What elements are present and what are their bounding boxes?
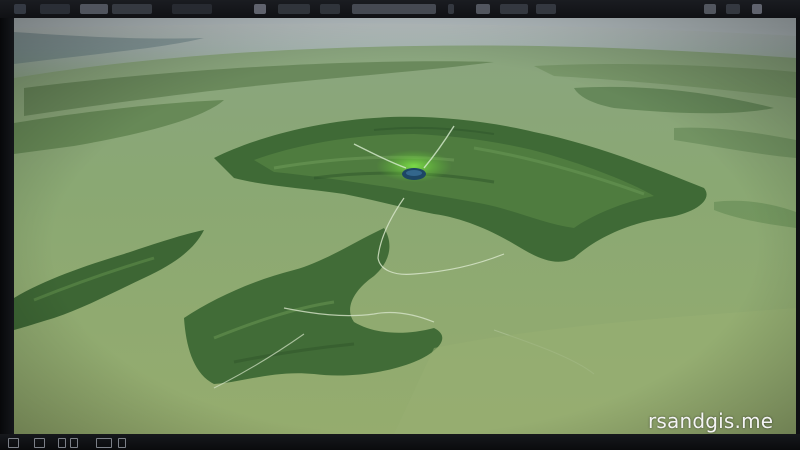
menu-item[interactable] bbox=[80, 4, 108, 14]
grid-icon[interactable] bbox=[8, 438, 19, 448]
top-menu-bar bbox=[0, 0, 800, 18]
menu-item[interactable] bbox=[172, 4, 212, 14]
watermark-text: rsandgis.me bbox=[648, 409, 774, 433]
toolbar-icon[interactable] bbox=[448, 4, 454, 14]
map-viewport[interactable] bbox=[14, 18, 796, 434]
menu-item[interactable] bbox=[112, 4, 152, 14]
right-bezel bbox=[796, 18, 800, 434]
menu-item[interactable] bbox=[536, 4, 556, 14]
zoom-out-icon[interactable] bbox=[70, 438, 78, 448]
tray-icon[interactable] bbox=[726, 4, 740, 14]
ruler-icon[interactable] bbox=[96, 438, 112, 448]
menu-item[interactable] bbox=[40, 4, 70, 14]
left-bezel bbox=[0, 18, 14, 434]
bottom-status-bar bbox=[0, 434, 800, 450]
screen: rsandgis.me bbox=[0, 0, 800, 450]
menu-item[interactable] bbox=[278, 4, 310, 14]
aerial-landscape-image bbox=[14, 18, 796, 434]
settings-icon[interactable] bbox=[118, 438, 126, 448]
toolbar-icon[interactable] bbox=[476, 4, 490, 14]
layers-icon[interactable] bbox=[34, 438, 45, 448]
zoom-in-icon[interactable] bbox=[58, 438, 66, 448]
window-title bbox=[352, 4, 436, 14]
tray-icon[interactable] bbox=[752, 4, 762, 14]
menu-item[interactable] bbox=[320, 4, 340, 14]
toolbar-icon[interactable] bbox=[254, 4, 266, 14]
menu-item[interactable] bbox=[500, 4, 528, 14]
tray-icon[interactable] bbox=[704, 4, 716, 14]
app-icon[interactable] bbox=[14, 4, 26, 14]
